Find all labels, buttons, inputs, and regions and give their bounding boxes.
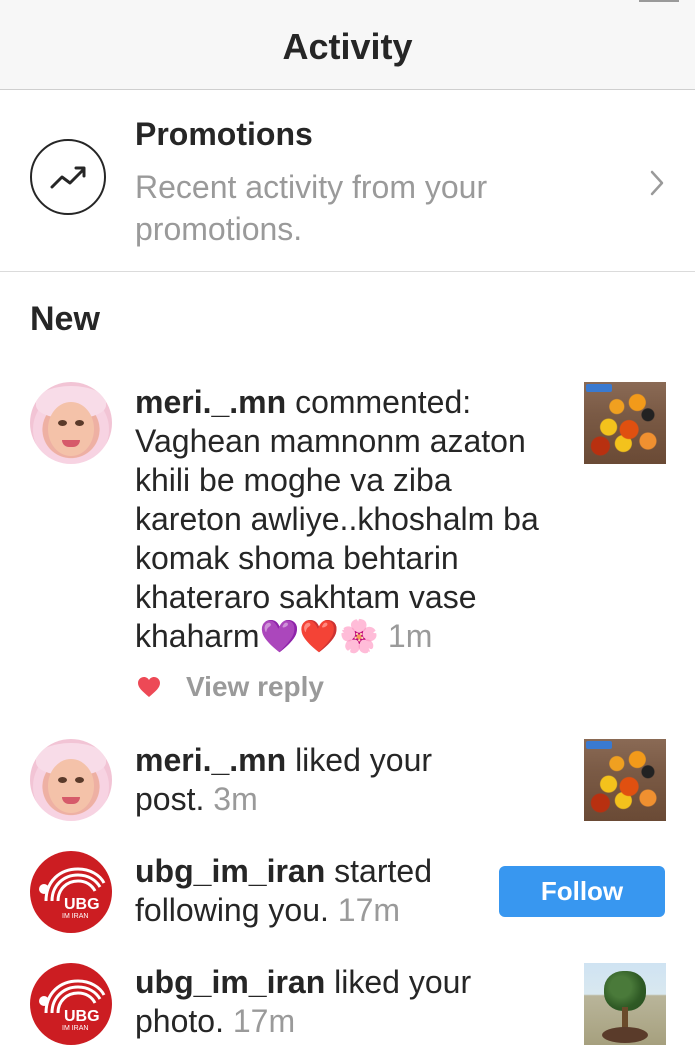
page-title: Activity (282, 26, 413, 67)
username-link[interactable]: ubg_im_iran (135, 853, 325, 889)
comment-text: commented: Vaghean mamnonm azaton khili … (135, 384, 539, 654)
promotions-subtitle: Recent activity from your promotions. (135, 169, 488, 247)
promotions-row[interactable]: Promotions Recent activity from your pro… (0, 90, 695, 272)
trending-up-icon (30, 139, 106, 215)
chevron-right-icon (650, 170, 664, 196)
view-reply-link[interactable]: View reply (186, 671, 324, 703)
avatar[interactable] (30, 382, 112, 464)
ubg-logo-subtext: IM IRAN (62, 913, 88, 920)
timestamp: 1m (387, 618, 433, 654)
ubg-logo-text: UBG (64, 1008, 100, 1025)
comment-notification-text: meri._.mn commented: Vaghean mamnonm aza… (135, 383, 565, 656)
avatar[interactable]: UBG IM IRAN (30, 851, 112, 933)
username-link[interactable]: meri._.mn (135, 384, 286, 420)
follow-button[interactable]: Follow (499, 866, 665, 917)
timestamp: 3m (213, 781, 258, 817)
like-photo-notification-text: ubg_im_iran liked your photo. 17m (135, 963, 495, 1041)
promotions-title: Promotions (135, 116, 313, 152)
navigation-header: Activity (0, 0, 695, 90)
avatar[interactable] (30, 739, 112, 821)
heart-icon[interactable] (137, 676, 161, 698)
post-thumbnail[interactable] (584, 382, 666, 464)
username-link[interactable]: meri._.mn (135, 742, 286, 778)
section-title-new: New (30, 300, 100, 338)
emoji-group: 💜❤️🌸 (259, 618, 380, 654)
ubg-logo-text: UBG (64, 896, 100, 913)
like-notification-text: meri._.mn liked your post. 3m (135, 741, 475, 819)
status-indicator-bar (639, 0, 679, 2)
timestamp: 17m (337, 892, 401, 928)
photo-thumbnail[interactable] (584, 963, 666, 1045)
timestamp: 17m (232, 1003, 296, 1039)
ubg-logo-subtext: IM IRAN (62, 1025, 88, 1032)
username-link[interactable]: ubg_im_iran (135, 964, 325, 1000)
follow-notification-text: ubg_im_iran started following you. 17m (135, 852, 475, 930)
post-thumbnail[interactable] (584, 739, 666, 821)
avatar[interactable]: UBG IM IRAN (30, 963, 112, 1045)
